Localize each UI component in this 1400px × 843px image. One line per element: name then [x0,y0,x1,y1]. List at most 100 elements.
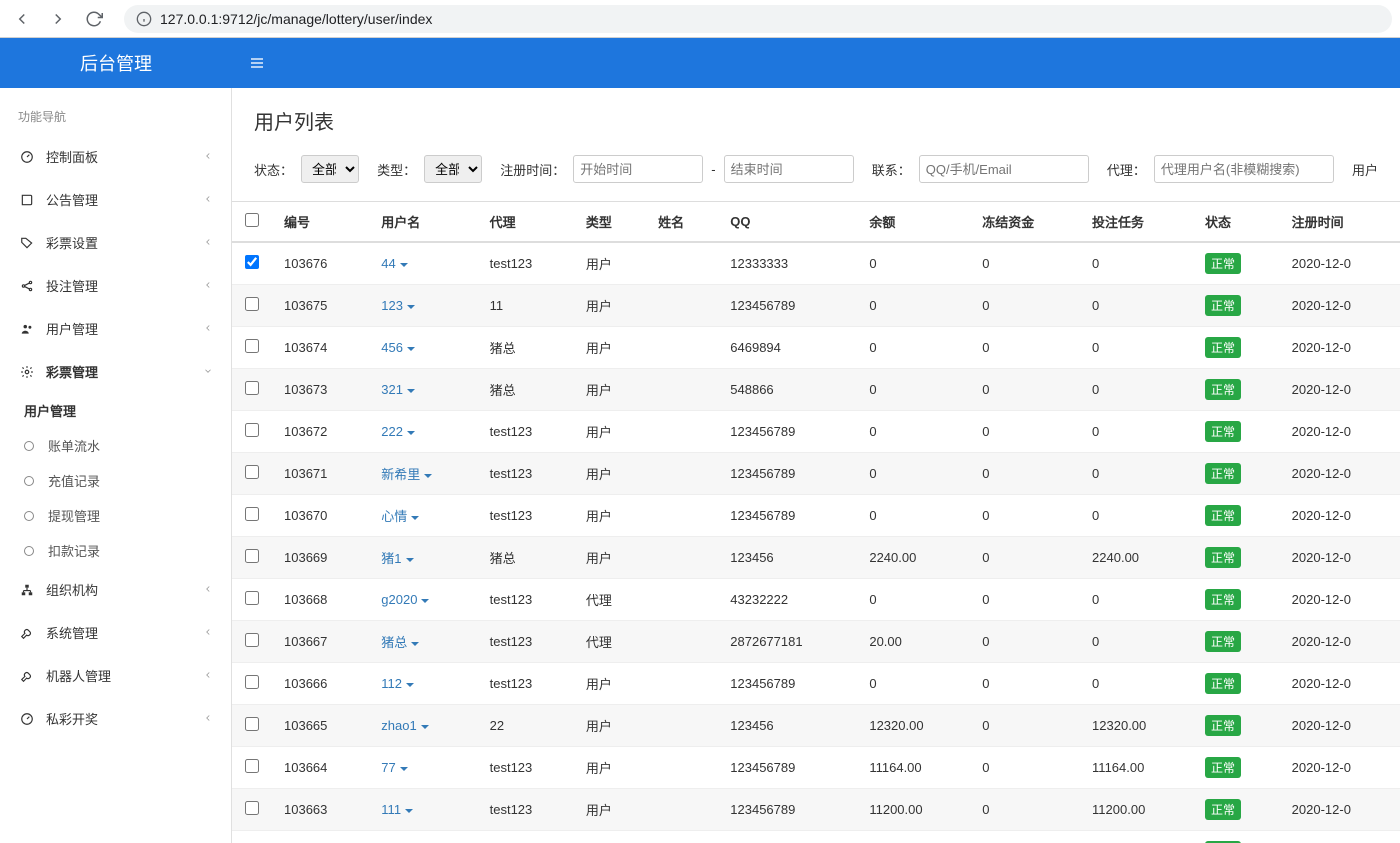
filter-status-select[interactable]: 全部 [301,155,359,183]
cell-type: 用户 [574,537,646,579]
username-dropdown[interactable]: 44 [381,256,407,271]
th-agent[interactable]: 代理 [478,202,574,243]
sidebar-sub-item[interactable]: 提现管理 [0,498,231,533]
forward-button[interactable] [44,5,72,33]
row-checkbox[interactable] [245,549,259,563]
row-checkbox[interactable] [245,675,259,689]
filter-end-date[interactable] [724,155,854,183]
cell-balance: 0 [857,663,970,705]
sidebar-toggle[interactable] [232,55,282,71]
sidebar-sub-item[interactable]: 扣款记录 [0,533,231,568]
row-checkbox[interactable] [245,591,259,605]
cell-qq: 123456789 [718,789,857,831]
reload-button[interactable] [80,5,108,33]
cell-qq: 123456 [718,705,857,747]
th-bettask[interactable]: 投注任务 [1080,202,1193,243]
sidebar-item[interactable]: 组织机构 [0,568,231,611]
cell-agent: 猪总 [478,537,574,579]
sidebar-item[interactable]: 投注管理 [0,264,231,307]
row-checkbox[interactable] [245,633,259,647]
status-badge: 正常 [1205,757,1241,778]
row-checkbox[interactable] [245,297,259,311]
select-all-checkbox[interactable] [245,213,259,227]
username-dropdown[interactable]: 猪总 [381,635,419,650]
filter-agent-label: 代理： [1107,160,1146,179]
cell-type: 代理 [574,579,646,621]
row-checkbox[interactable] [245,759,259,773]
row-checkbox[interactable] [245,465,259,479]
users-icon [18,322,36,336]
status-badge: 正常 [1205,673,1241,694]
row-checkbox[interactable] [245,381,259,395]
cell-agent: test123 [478,242,574,285]
cell-balance: 0 [857,369,970,411]
username-dropdown[interactable]: 心情 [381,509,419,524]
username-dropdown[interactable]: 猪1 [381,551,413,566]
th-qq[interactable]: QQ [718,202,857,243]
username-dropdown[interactable]: zhao1 [381,718,428,733]
row-checkbox[interactable] [245,255,259,269]
cell-name [646,369,718,411]
cell-qq: 123456789 [718,663,857,705]
th-id[interactable]: 编号 [272,202,369,243]
table-row: 103672222test123用户123456789000正常2020-12-… [232,411,1400,453]
cell-id: 103674 [272,327,369,369]
sidebar-item[interactable]: 彩票管理 [0,350,231,393]
filter-agent-input[interactable] [1154,155,1334,183]
sidebar-item[interactable]: 彩票设置 [0,221,231,264]
cell-agent: test123 [478,831,574,843]
sidebar-item[interactable]: 用户管理 [0,307,231,350]
sidebar-item[interactable]: 系统管理 [0,611,231,654]
sidebar-item[interactable]: 私彩开奖 [0,697,231,740]
filter-contact-label: 联系： [872,160,911,179]
th-type[interactable]: 类型 [574,202,646,243]
status-badge: 正常 [1205,379,1241,400]
cell-balance: 20.00 [857,621,970,663]
sidebar-sub-item[interactable]: 用户管理 [0,393,231,428]
username-dropdown[interactable]: 456 [381,340,415,355]
filter-type-select[interactable]: 全部 [424,155,482,183]
username-dropdown[interactable]: g2020 [381,592,429,607]
top-header: 后台管理 [0,38,1400,88]
row-checkbox[interactable] [245,717,259,731]
th-username[interactable]: 用户名 [369,202,477,243]
sidebar-sub-item[interactable]: 充值记录 [0,463,231,498]
cell-type: 用户 [574,789,646,831]
cell-agent: test123 [478,411,574,453]
username-dropdown[interactable]: 新希里 [381,467,432,482]
username-dropdown[interactable]: 222 [381,424,415,439]
filter-bar: 状态： 全部 类型： 全部 注册时间： - 联系： 代理： 用户 [232,145,1400,201]
circle-icon [24,511,34,521]
cell-bettask: 0 [1080,411,1193,453]
th-name[interactable]: 姓名 [646,202,718,243]
th-balance[interactable]: 余额 [857,202,970,243]
sidebar-item[interactable]: 机器人管理 [0,654,231,697]
username-dropdown[interactable]: 111 [381,802,413,817]
cell-balance: 12320.00 [857,705,970,747]
url-bar[interactable]: 127.0.0.1:9712/jc/manage/lottery/user/in… [124,5,1392,33]
cell-type: 用户 [574,369,646,411]
sidebar-item[interactable]: 公告管理 [0,178,231,221]
username-dropdown[interactable]: 112 [381,676,414,691]
row-checkbox[interactable] [245,339,259,353]
gear-icon [18,365,36,379]
th-regtime[interactable]: 注册时间 [1280,202,1400,243]
caret-down-icon [400,767,408,771]
sidebar-sub-item[interactable]: 账单流水 [0,428,231,463]
username-dropdown[interactable]: 123 [381,298,415,313]
cell-id: 103669 [272,537,369,579]
filter-start-date[interactable] [573,155,703,183]
username-dropdown[interactable]: 77 [381,760,407,775]
filter-contact-input[interactable] [919,155,1089,183]
th-status[interactable]: 状态 [1193,202,1280,243]
cell-agent: test123 [478,495,574,537]
sidebar-item[interactable]: 控制面板 [0,135,231,178]
username-dropdown[interactable]: 321 [381,382,415,397]
cell-type: 代理 [574,621,646,663]
row-checkbox[interactable] [245,507,259,521]
row-checkbox[interactable] [245,423,259,437]
th-frozen[interactable]: 冻结资金 [970,202,1080,243]
share-icon [18,279,36,293]
back-button[interactable] [8,5,36,33]
row-checkbox[interactable] [245,801,259,815]
